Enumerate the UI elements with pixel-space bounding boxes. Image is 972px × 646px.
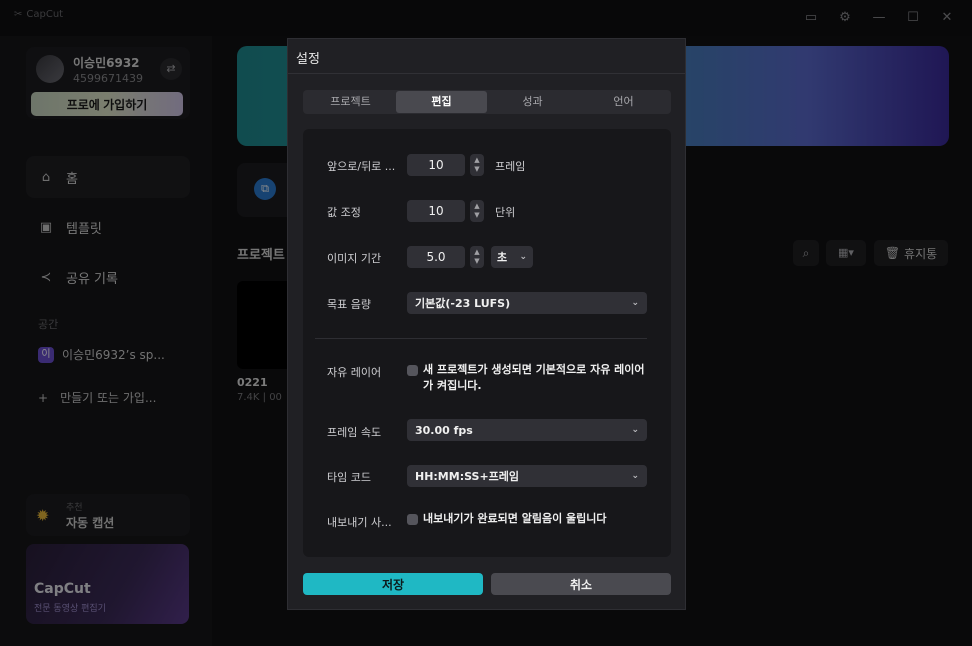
dialog-divider <box>288 73 685 74</box>
tab-language[interactable]: 언어 <box>578 91 669 113</box>
settings-panel <box>303 129 671 557</box>
save-button[interactable]: 저장 <box>303 573 483 595</box>
step-stepper[interactable]: ▲ ▼ <box>470 154 484 176</box>
export-sound-text: 내보내기가 완료되면 알림음이 울립니다 <box>423 512 607 525</box>
up-arrow-icon[interactable]: ▲ <box>474 248 479 257</box>
step-unit: 프레임 <box>495 160 526 173</box>
select-value: HH:MM:SS+프레임 <box>415 470 520 483</box>
chevron-down-icon: ⌄ <box>631 471 639 481</box>
export-sound-label: 내보내기 사... <box>327 516 392 529</box>
image-duration-stepper[interactable]: ▲ ▼ <box>470 246 484 268</box>
loudness-label: 목표 음량 <box>327 298 371 311</box>
step-input[interactable]: 10 <box>407 154 465 176</box>
tab-edit[interactable]: 편집 <box>396 91 487 113</box>
free-layer-checkbox[interactable] <box>407 365 418 376</box>
down-arrow-icon[interactable]: ▼ <box>474 211 479 220</box>
adjust-stepper[interactable]: ▲ ▼ <box>470 200 484 222</box>
down-arrow-icon[interactable]: ▼ <box>474 165 479 174</box>
select-value: 30.00 fps <box>415 423 473 437</box>
cancel-button[interactable]: 취소 <box>491 573 671 595</box>
up-arrow-icon[interactable]: ▲ <box>474 156 479 165</box>
chevron-down-icon: ⌄ <box>519 252 527 262</box>
export-sound-checkbox[interactable] <box>407 514 418 525</box>
settings-tabs: 프로젝트 편집 성과 언어 <box>303 90 671 114</box>
timecode-label: 타임 코드 <box>327 471 371 484</box>
timecode-select[interactable]: HH:MM:SS+프레임 ⌄ <box>407 465 647 487</box>
panel-divider <box>315 338 647 339</box>
select-value: 초 <box>497 251 508 264</box>
down-arrow-icon[interactable]: ▼ <box>474 257 479 266</box>
chevron-down-icon: ⌄ <box>631 298 639 308</box>
frame-rate-select[interactable]: 30.00 fps ⌄ <box>407 419 647 441</box>
image-duration-input[interactable]: 5.0 <box>407 246 465 268</box>
adjust-label: 값 조정 <box>327 206 361 219</box>
step-label: 앞으로/뒤로 ... <box>327 160 396 173</box>
tab-performance[interactable]: 성과 <box>487 91 578 113</box>
image-duration-label: 이미지 기간 <box>327 252 382 265</box>
select-value: 기본값(-23 LUFS) <box>415 297 511 310</box>
free-layer-label: 자유 레이어 <box>327 366 382 379</box>
adjust-unit: 단위 <box>495 206 516 219</box>
dialog-title: 설정 <box>296 52 320 67</box>
adjust-input[interactable]: 10 <box>407 200 465 222</box>
tab-project[interactable]: 프로젝트 <box>305 91 396 113</box>
chevron-down-icon: ⌄ <box>631 425 639 435</box>
frame-rate-label: 프레임 속도 <box>327 426 382 439</box>
image-duration-unit-select[interactable]: 초 ⌄ <box>491 246 533 268</box>
up-arrow-icon[interactable]: ▲ <box>474 202 479 211</box>
loudness-select[interactable]: 기본값(-23 LUFS) ⌄ <box>407 292 647 314</box>
free-layer-text: 새 프로젝트가 생성되면 기본적으로 자유 레이어가 켜집니다. <box>423 363 645 392</box>
